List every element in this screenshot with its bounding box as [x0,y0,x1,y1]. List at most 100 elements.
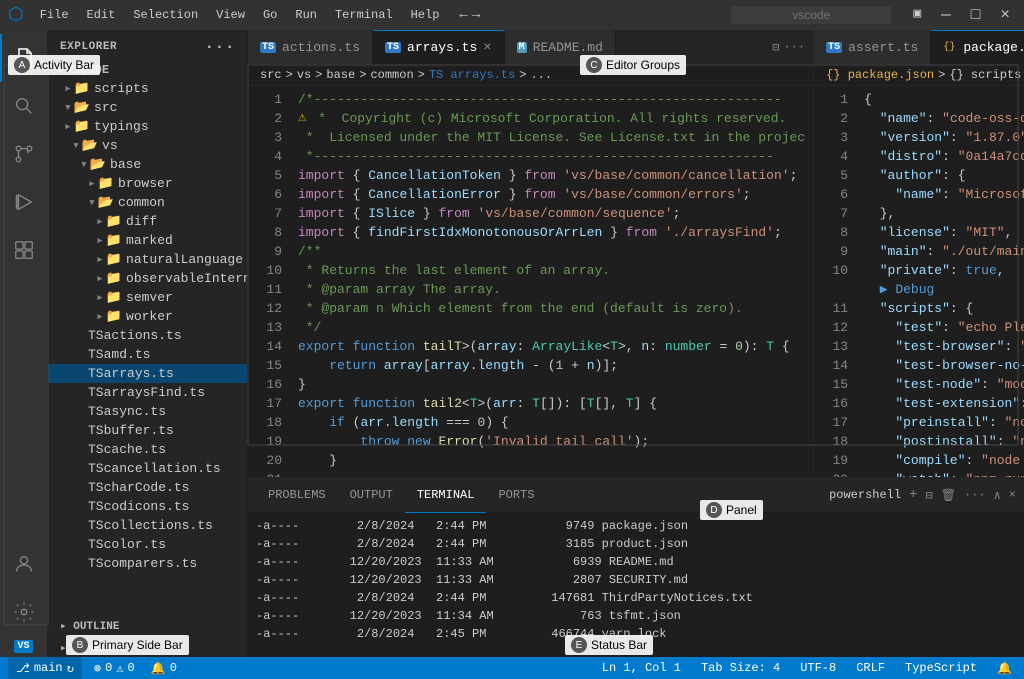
close-panel-icon[interactable]: × [1009,488,1016,502]
menu-go[interactable]: Go [255,6,285,24]
nav-back[interactable]: ← [459,7,467,23]
tree-item-worker[interactable]: ▸ 📁 worker [48,307,247,326]
tree-label: browser [118,176,173,191]
tree-item-buffer.ts[interactable]: TS buffer.ts [48,421,247,440]
tree-item-actions.ts[interactable]: TS actions.ts [48,326,247,345]
menu-edit[interactable]: Edit [79,6,124,24]
tree-item-arraysFind.ts[interactable]: TS arraysFind.ts [48,383,247,402]
ts-file-icon: TS [88,499,104,514]
menu-terminal[interactable]: Terminal [327,6,401,24]
outline-section[interactable]: ▸ OUTLINE [48,613,247,635]
more-actions-icon[interactable]: ··· [783,40,805,55]
tree-item-marked[interactable]: ▸ 📁 marked [48,231,247,250]
tab-label: actions.ts [282,40,360,55]
tree-label: src [94,100,117,115]
menu-run[interactable]: Run [287,6,325,24]
code-line: import { CancellationError } from 'vs/ba… [290,185,813,204]
account-button[interactable] [0,540,48,588]
tree-item-async.ts[interactable]: TS async.ts [48,402,247,421]
tree-item-amd.ts[interactable]: TS amd.ts [48,345,247,364]
minimize-button[interactable]: — [935,6,957,24]
tree-item-diff[interactable]: ▸ 📁 diff [48,212,247,231]
tree-item-cache.ts[interactable]: TS cache.ts [48,440,247,459]
code-content-left[interactable]: /*--------------------------------------… [290,86,813,477]
ts-icon: TS [260,42,276,53]
tree-item-browser[interactable]: ▸ 📁 browser [48,174,247,193]
ts-file-icon: TS [88,518,104,533]
tree-item-collections.ts[interactable]: TS collections.ts [48,516,247,535]
tree-label: buffer.ts [104,423,174,438]
tree-item-src[interactable]: ▾ 📂 src [48,98,247,117]
bell-notification[interactable]: 🔔 [993,661,1016,676]
code-content-right[interactable]: { "name": "code-oss-dev", "version": "1.… [856,86,1024,477]
code-line: import { findFirstIdxMonotonousOrArrLen … [290,223,813,242]
code-line: * Licensed under the MIT License. See Li… [290,128,813,147]
code-line: "preinstall": "node build/npm/preinstall… [856,413,1024,432]
tree-label: diff [126,214,157,229]
tab-actions-ts[interactable]: TS actions.ts [248,30,373,65]
new-terminal-icon[interactable]: + [909,487,917,503]
kill-terminal-icon[interactable]: 🗑 [941,488,956,503]
close-button[interactable]: × [994,6,1016,24]
panel-tab-output[interactable]: OUTPUT [338,478,405,513]
menu-view[interactable]: View [208,6,253,24]
code-line: "test-extension": "vscode-test", [856,394,1024,413]
panel-tab-problems[interactable]: PROBLEMS [256,478,338,513]
tree-item-vs[interactable]: ▾ 📂 vs [48,136,247,155]
tree-item-naturalLanguage[interactable]: ▸ 📁 naturalLanguage [48,250,247,269]
cursor-position-status[interactable]: Ln 1, Col 1 [598,661,685,675]
tree-item-cancellation.ts[interactable]: TS cancellation.ts [48,459,247,478]
tree-label: naturalLanguage [126,252,243,267]
tab-size-status[interactable]: Tab Size: 4 [697,661,784,675]
timeline-section[interactable]: ▸ TIMELINE [48,635,247,657]
tree-item-base[interactable]: ▾ 📂 base [48,155,247,174]
tab-package-json[interactable]: {} package.json × [931,30,1024,65]
extensions-button[interactable] [0,226,48,274]
terminal-content[interactable]: -a---- 2/8/2024 2:44 PM 9749 package.jso… [248,513,1024,657]
code-line: "distro": "0a14a7cde028e801c7aea8415afac… [856,147,1024,166]
tree-item-color.ts[interactable]: TS color.ts [48,535,247,554]
menu-selection[interactable]: Selection [125,6,206,24]
maximize-button[interactable]: □ [965,6,987,24]
language-status[interactable]: TypeScript [901,661,981,675]
source-control-button[interactable] [0,130,48,178]
tree-item-charCode.ts[interactable]: TS charCode.ts [48,478,247,497]
tab-arrays-ts[interactable]: TS arrays.ts × [373,30,505,65]
search-input[interactable] [731,6,891,24]
errors-status[interactable]: ⊗ 0 ⚠ 0 [90,661,139,676]
menu-help[interactable]: Help [403,6,448,24]
nav-forward[interactable]: → [472,7,480,23]
more-terminal-icon[interactable]: ··· [964,488,986,502]
menu-file[interactable]: File [32,6,77,24]
tree-item-arrays.ts[interactable]: TS arrays.ts [48,364,247,383]
settings-button[interactable] [0,588,48,636]
notifications-status[interactable]: 🔔 0 [147,661,181,676]
tree-item-comparers.ts[interactable]: TS comparers.ts [48,554,247,573]
error-icon: ⊗ [94,661,101,676]
chevron-down-icon: ▾ [64,100,72,115]
tree-item-typings[interactable]: ▸ 📁 typings [48,117,247,136]
tree-item-observableInternal[interactable]: ▸ 📁 observableInternal [48,269,247,288]
tree-item-semver[interactable]: ▸ 📁 semver [48,288,247,307]
panel-tab-terminal[interactable]: TERMINAL [405,478,487,513]
split-terminal-icon[interactable]: ⊟ [925,488,932,503]
maximize-panel-icon[interactable]: ∧ [994,488,1001,503]
tab-assert-ts[interactable]: TS assert.ts [814,30,931,65]
tree-item-codicons.ts[interactable]: TS codicons.ts [48,497,247,516]
line-ending-status[interactable]: CRLF [852,661,889,675]
tree-root-vscode[interactable]: ▾ VSCODE [48,60,247,79]
tab-readme-md[interactable]: M README.md [505,30,616,65]
split-editor-icon[interactable]: ⊟ [772,40,779,55]
debug-button[interactable] [0,178,48,226]
tree-item-scripts[interactable]: ▸ 📁 scripts [48,79,247,98]
sidebar-more-button[interactable]: ··· [205,38,235,56]
git-branch-status[interactable]: ⎇ main ↻ [8,657,82,679]
tree-item-common[interactable]: ▾ 📂 common [48,193,247,212]
search-button[interactable] [0,82,48,130]
code-line: ▶ Debug [856,280,1024,299]
encoding-status[interactable]: UTF-8 [796,661,840,675]
panel-tab-ports[interactable]: PORTS [486,478,546,513]
tab-close-button[interactable]: × [483,40,491,56]
explorer-button[interactable] [0,34,48,82]
layout-icon[interactable]: ▣ [907,6,927,24]
